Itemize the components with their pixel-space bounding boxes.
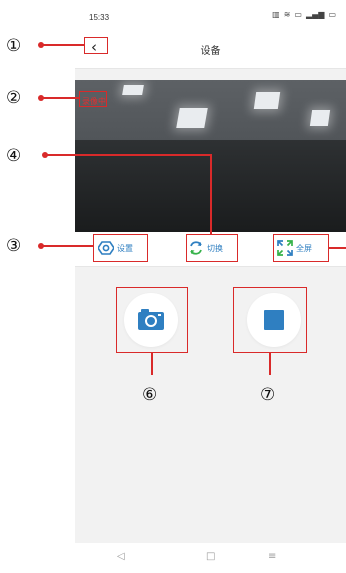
system-home-button[interactable]: □	[206, 551, 215, 562]
page-title: 设备	[200, 46, 221, 57]
sim-icon: ▥	[272, 10, 280, 19]
annotation-number-1: ①	[6, 36, 22, 56]
system-menu-button[interactable]: ≡	[268, 551, 276, 562]
annotation-number-2: ②	[6, 88, 22, 108]
annotation-box-4	[186, 234, 238, 262]
annotation-line-2	[41, 97, 79, 99]
annotation-line-4b	[210, 154, 212, 234]
ceiling-light	[176, 108, 208, 128]
annotation-line-1	[41, 44, 84, 46]
annotation-number-7: ⑦	[260, 385, 276, 405]
status-bar: 15:33 ▥ ≋ ▭ ▂▄▆ ▭	[75, 0, 346, 30]
annotation-box-1	[84, 37, 108, 54]
ceiling-light	[309, 110, 331, 126]
annotation-line-7	[269, 353, 271, 375]
annotation-number-6: ⑥	[142, 385, 158, 405]
annotation-number-4: ④	[6, 146, 22, 166]
annotation-line-6	[151, 353, 153, 375]
annotation-line-3	[41, 245, 93, 247]
wifi-icon: ≋	[283, 10, 291, 19]
annotation-line-4a	[45, 154, 211, 156]
signal-icon: ▂▄▆	[305, 10, 325, 19]
annotation-box-5	[273, 234, 329, 262]
annotation-box-6	[116, 287, 188, 353]
system-nav-bar: ◁ □ ≡	[75, 543, 346, 573]
ceiling-light	[122, 85, 144, 95]
battery-level-icon: ▭	[328, 10, 336, 19]
status-icons: ▥ ≋ ▭ ▂▄▆ ▭	[272, 10, 336, 19]
annotation-box-3	[93, 234, 148, 262]
annotation-number-3: ③	[6, 236, 22, 256]
nav-bar: ‹ 设备	[75, 30, 346, 69]
annotation-line-5	[329, 247, 346, 249]
annotation-box-7	[233, 287, 307, 353]
status-time: 15:33	[89, 13, 110, 22]
battery-icon: ▭	[294, 10, 302, 19]
ceiling-light	[253, 92, 281, 109]
annotation-box-2	[79, 91, 107, 107]
system-back-button[interactable]: ◁	[117, 551, 125, 562]
